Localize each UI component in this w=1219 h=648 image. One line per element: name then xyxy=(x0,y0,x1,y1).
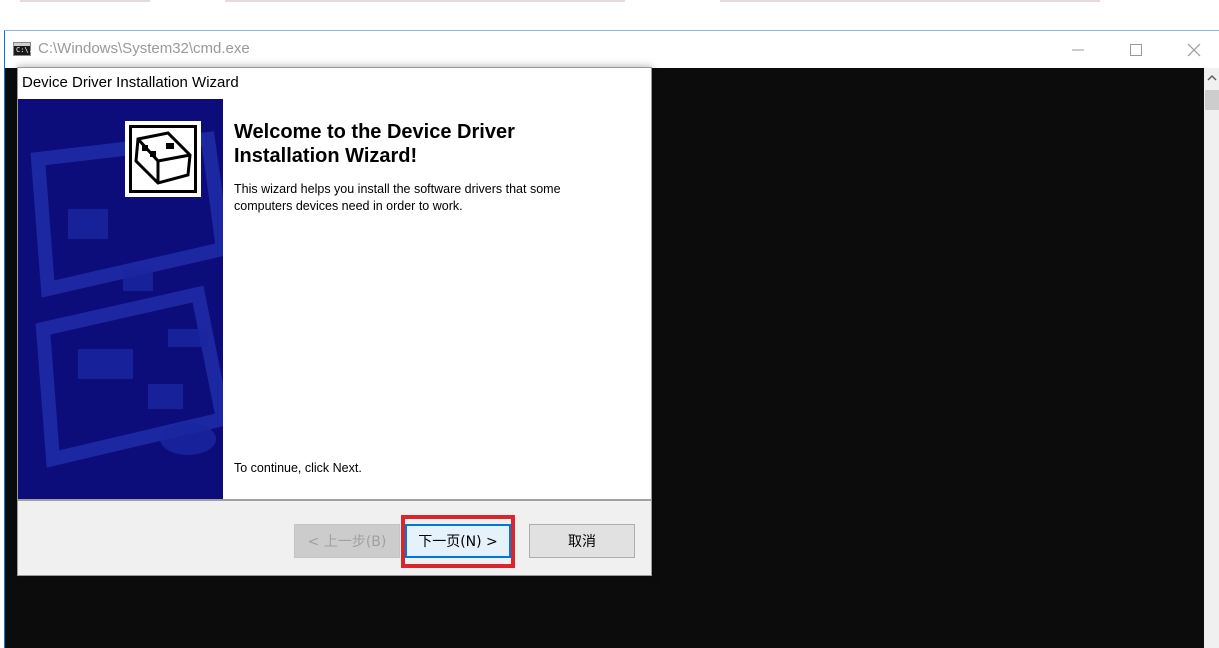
back-button[interactable]: < 上一步(B) xyxy=(294,524,400,558)
wizard-title: Device Driver Installation Wizard xyxy=(22,74,239,91)
next-button[interactable]: 下一页(N) > xyxy=(405,524,511,558)
cmd-icon: C:\. xyxy=(13,42,33,56)
cmd-window-title: C:\Windows\System32\cmd.exe xyxy=(38,40,250,57)
welcome-description: This wizard helps you install the softwa… xyxy=(234,182,561,213)
minimize-icon xyxy=(1072,49,1084,50)
continue-instruction: To continue, click Next. xyxy=(234,461,362,475)
screen: C:\. C:\Windows\System32\cmd.exe Device … xyxy=(0,0,1219,648)
sidebar-art xyxy=(30,121,223,468)
maximize-icon xyxy=(1130,43,1142,56)
scroll-up-button[interactable] xyxy=(1204,68,1219,88)
wizard-content: Welcome to the Device Driver Installatio… xyxy=(223,99,651,499)
vertical-scrollbar[interactable] xyxy=(1204,68,1219,648)
welcome-heading: Welcome to the Device Driver Installatio… xyxy=(234,121,515,167)
minimize-button[interactable] xyxy=(1049,31,1107,68)
wizard-titlebar[interactable]: Device Driver Installation Wizard xyxy=(18,68,651,98)
device-driver-icon xyxy=(125,121,201,197)
cmd-icon-text: C:\. xyxy=(16,46,33,54)
cmd-titlebar[interactable]: C:\. C:\Windows\System32\cmd.exe xyxy=(5,31,1219,68)
scroll-thumb[interactable] xyxy=(1205,90,1219,110)
driver-wizard-dialog: Device Driver Installation Wizard Welcom… xyxy=(17,67,652,576)
close-button[interactable] xyxy=(1165,31,1219,68)
maximize-button[interactable] xyxy=(1107,31,1165,68)
desktop-top-strip xyxy=(0,0,1219,30)
scroll-up-arrow-icon xyxy=(1207,74,1217,81)
wizard-footer: < 上一步(B) 下一页(N) > 取消 xyxy=(18,501,651,575)
close-icon xyxy=(1187,43,1201,56)
cancel-button[interactable]: 取消 xyxy=(529,524,635,558)
wizard-sidebar-banner xyxy=(18,99,223,499)
